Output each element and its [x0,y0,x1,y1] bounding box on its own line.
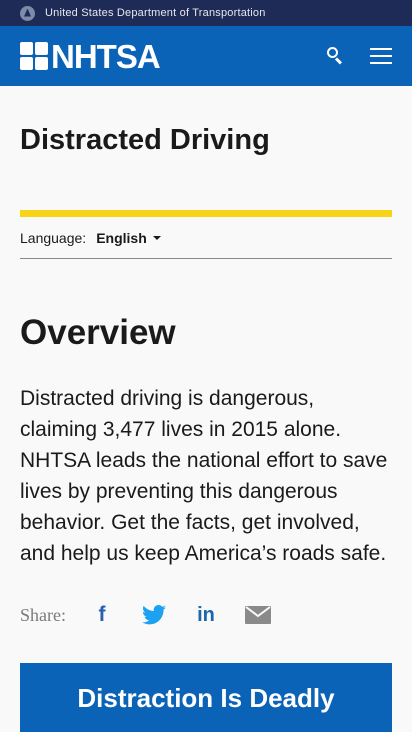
nhtsa-logo[interactable]: NHTSA [20,37,161,75]
page-title: Distracted Driving [20,124,270,156]
gov-banner-text: United States Department of Transportati… [45,7,266,19]
distraction-is-deadly-button[interactable]: Distraction Is Deadly [20,663,392,732]
language-label: Language: [20,229,87,246]
email-icon[interactable] [242,601,274,629]
accent-divider [20,210,392,217]
site-header: NHTSA [0,26,412,86]
search-icon[interactable] [324,45,346,67]
section-heading: Overview [20,313,176,352]
share-bar: Share: f in [20,601,392,629]
twitter-icon[interactable] [138,601,170,629]
logo-grid-icon [20,42,48,70]
facebook-icon[interactable]: f [86,601,118,629]
dot-seal-icon [20,5,35,21]
share-label: Share: [20,604,66,625]
overview-paragraph: Distracted driving is dangerous, claimin… [20,387,388,565]
header-actions [324,45,392,67]
language-selected-value: English [96,229,147,246]
hamburger-menu-icon[interactable] [370,48,392,64]
gov-banner: United States Department of Transportati… [0,0,412,26]
main-content: Distracted Driving Language: English Ove… [0,123,412,732]
caret-down-icon [152,236,161,240]
logo-text: NHTSA [51,37,161,75]
language-dropdown[interactable]: English [96,230,161,246]
linkedin-icon[interactable]: in [190,601,222,629]
language-selector-row: Language: English [20,217,392,259]
